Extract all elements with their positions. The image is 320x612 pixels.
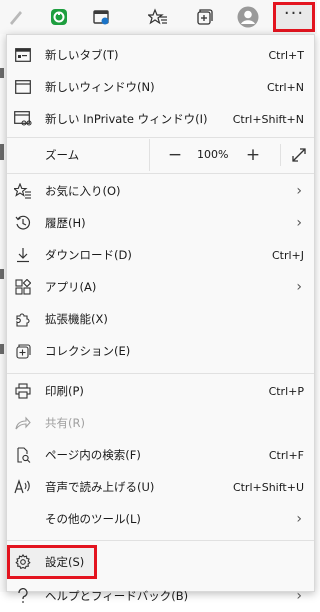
separator [7, 373, 314, 374]
menu-item-new-tab[interactable]: 新しいタブ(T) Ctrl+T [7, 39, 314, 71]
browser-toolbar: ··· [0, 0, 317, 34]
screen-capture-icon[interactable] [89, 4, 113, 30]
history-icon [13, 213, 33, 233]
collections-icon[interactable] [192, 4, 216, 30]
print-icon [13, 381, 33, 401]
menu-item-favorites[interactable]: お気に入り(O) › [7, 175, 314, 207]
chevron-right-icon: › [296, 279, 302, 295]
new-window-label: 新しいウィンドウ(N) [45, 80, 155, 94]
more-icon[interactable]: ··· [273, 2, 315, 32]
menu-item-settings[interactable]: 設定(S) [7, 545, 314, 579]
zoom-label: ズーム [45, 148, 80, 162]
print-shortcut: Ctrl+P [268, 384, 304, 398]
new-inprivate-shortcut: Ctrl+Shift+N [232, 112, 304, 126]
collections-menu-icon [13, 341, 33, 361]
menu-item-new-inprivate-window[interactable]: 新しい InPrivate ウィンドウ(I) Ctrl+Shift+N [7, 103, 314, 135]
download-icon [13, 245, 33, 265]
more-label: ··· [283, 3, 305, 24]
new-window-icon [13, 77, 33, 97]
find-shortcut: Ctrl+F [268, 448, 304, 462]
separator [7, 540, 314, 541]
extensions-label: 拡張機能(X) [45, 312, 108, 326]
read-aloud-shortcut: Ctrl+Shift+U [232, 480, 304, 494]
separator [7, 173, 314, 174]
zoom-value: 100% [197, 148, 229, 161]
new-tab-shortcut: Ctrl+T [268, 48, 304, 62]
profile-avatar-icon[interactable] [235, 4, 261, 30]
menu-item-read-aloud[interactable]: 音声で読み上げる(U) Ctrl+Shift+U [7, 471, 314, 503]
menu-item-history[interactable]: 履歴(H) › [7, 207, 314, 239]
read-aloud-icon [13, 477, 33, 497]
settings-and-more-menu: 新しいタブ(T) Ctrl+T 新しいウィンドウ(N) Ctrl+N 新しい I… [6, 34, 315, 604]
menu-item-extensions[interactable]: 拡張機能(X) [7, 303, 314, 335]
fullscreen-icon[interactable] [280, 144, 311, 166]
extension-green-icon[interactable] [47, 4, 71, 30]
pen-icon[interactable] [4, 4, 28, 30]
new-tab-icon [13, 45, 33, 65]
zoom-controls: − 100% + [149, 139, 315, 171]
favorites-list-icon [13, 181, 33, 201]
more-tools-label: その他のツール(L) [45, 512, 141, 526]
apps-icon [13, 277, 33, 297]
collections-label: コレクション(E) [45, 344, 131, 358]
history-label: 履歴(H) [45, 216, 86, 230]
menu-item-share[interactable]: 共有(R) [7, 407, 314, 439]
favorites-icon[interactable] [145, 4, 171, 30]
new-inprivate-label: 新しい InPrivate ウィンドウ(I) [45, 112, 208, 126]
menu-item-new-window[interactable]: 新しいウィンドウ(N) Ctrl+N [7, 71, 314, 103]
new-window-shortcut: Ctrl+N [266, 80, 304, 94]
share-label: 共有(R) [45, 416, 85, 430]
chevron-right-icon: › [296, 183, 302, 199]
menu-item-print[interactable]: 印刷(P) Ctrl+P [7, 375, 314, 407]
chevron-right-icon: › [296, 511, 302, 527]
help-icon [13, 586, 33, 606]
extensions-puzzle-icon [13, 309, 33, 329]
zoom-in-button[interactable]: + [242, 144, 264, 166]
new-tab-label: 新しいタブ(T) [45, 48, 119, 62]
print-label: 印刷(P) [45, 384, 84, 398]
chevron-right-icon: › [296, 588, 302, 604]
gear-icon [13, 552, 33, 572]
apps-label: アプリ(A) [45, 280, 97, 294]
menu-item-help-and-feedback[interactable]: ヘルプとフィードバック(B) › [7, 580, 314, 612]
downloads-shortcut: Ctrl+J [271, 248, 304, 262]
help-label: ヘルプとフィードバック(B) [45, 589, 189, 603]
favorites-label: お気に入り(O) [45, 184, 121, 198]
inprivate-icon [13, 109, 33, 129]
menu-item-downloads[interactable]: ダウンロード(D) Ctrl+J [7, 239, 314, 271]
find-label: ページ内の検索(F) [45, 448, 141, 462]
find-in-page-icon [13, 445, 33, 465]
menu-item-find-on-page[interactable]: ページ内の検索(F) Ctrl+F [7, 439, 314, 471]
zoom-row: ズーム − 100% + [7, 138, 314, 172]
menu-item-apps[interactable]: アプリ(A) › [7, 271, 314, 303]
share-icon [13, 413, 33, 433]
chevron-right-icon: › [296, 215, 302, 231]
downloads-label: ダウンロード(D) [45, 248, 132, 262]
settings-label: 設定(S) [45, 555, 85, 569]
menu-item-collections[interactable]: コレクション(E) [7, 335, 314, 367]
read-aloud-label: 音声で読み上げる(U) [45, 480, 155, 494]
menu-item-more-tools[interactable]: その他のツール(L) › [7, 503, 314, 535]
zoom-out-button[interactable]: − [164, 144, 186, 166]
